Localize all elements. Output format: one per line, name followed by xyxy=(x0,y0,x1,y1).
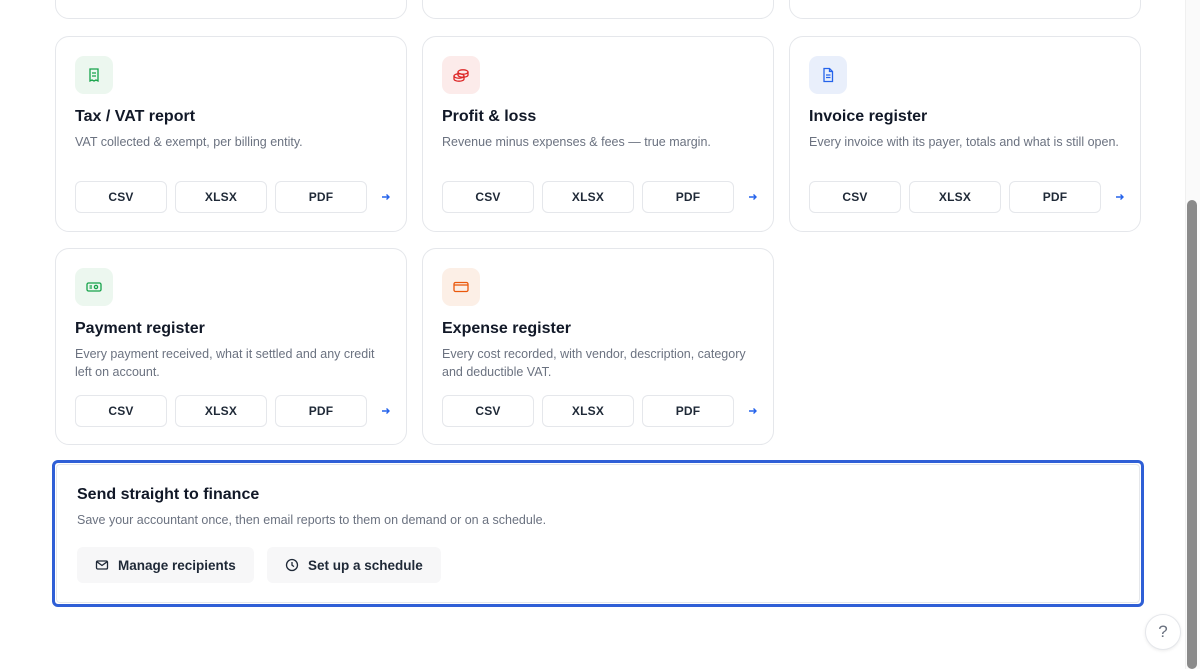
export-pdf-button[interactable]: PDF xyxy=(642,395,734,427)
export-csv-button[interactable]: CSV xyxy=(75,181,167,213)
file-text-icon xyxy=(809,56,847,94)
export-pdf-button[interactable]: PDF xyxy=(1009,181,1101,213)
format-row: CSV XLSX PDF xyxy=(75,181,393,213)
manage-recipients-button[interactable]: Manage recipients xyxy=(77,547,254,583)
export-csv-button[interactable]: CSV xyxy=(75,395,167,427)
export-csv-button[interactable]: CSV xyxy=(442,395,534,427)
panel-title: Send straight to finance xyxy=(77,486,260,503)
format-row: CSV XLSX PDF xyxy=(442,395,760,427)
clock-icon xyxy=(285,558,299,572)
set-up-schedule-label: Set up a schedule xyxy=(308,557,423,573)
export-xlsx-button[interactable]: XLSX xyxy=(542,181,634,213)
card-description: Every payment received, what it settled … xyxy=(75,347,375,379)
export-pdf-button[interactable]: PDF xyxy=(275,395,367,427)
export-pdf-button[interactable]: PDF xyxy=(275,181,367,213)
arrow-right-icon[interactable] xyxy=(379,404,393,418)
set-up-schedule-button[interactable]: Set up a schedule xyxy=(267,547,441,583)
export-xlsx-button[interactable]: XLSX xyxy=(909,181,1001,213)
card-description: VAT collected & exempt, per billing enti… xyxy=(75,135,303,149)
export-csv-button[interactable]: CSV xyxy=(442,181,534,213)
report-card-invoice-register: Invoice register Every invoice with its … xyxy=(789,36,1141,232)
card-partial xyxy=(789,0,1141,19)
banknote-icon xyxy=(75,268,113,306)
report-card-expense-register: Expense register Every cost recorded, wi… xyxy=(422,248,774,445)
report-card-tax-vat: Tax / VAT report VAT collected & exempt,… xyxy=(55,36,407,232)
report-card-payment-register: Payment register Every payment received,… xyxy=(55,248,407,445)
card-description: Every cost recorded, with vendor, descri… xyxy=(442,347,746,379)
card-partial xyxy=(55,0,407,19)
manage-recipients-label: Manage recipients xyxy=(118,557,236,573)
mail-icon xyxy=(95,560,109,570)
wallet-icon xyxy=(442,268,480,306)
format-row: CSV XLSX PDF xyxy=(809,181,1127,213)
card-title: Invoice register xyxy=(809,108,928,125)
arrow-right-icon[interactable] xyxy=(746,404,760,418)
export-pdf-button[interactable]: PDF xyxy=(642,181,734,213)
arrow-right-icon[interactable] xyxy=(746,190,760,204)
arrow-right-icon[interactable] xyxy=(1113,190,1127,204)
export-xlsx-button[interactable]: XLSX xyxy=(542,395,634,427)
coins-icon xyxy=(442,56,480,94)
card-partial xyxy=(422,0,774,19)
scrollbar-thumb[interactable] xyxy=(1187,200,1197,669)
card-description: Every invoice with its payer, totals and… xyxy=(809,135,1119,149)
card-title: Payment register xyxy=(75,320,205,337)
card-title: Tax / VAT report xyxy=(75,108,196,125)
help-button[interactable]: ? xyxy=(1145,614,1181,650)
format-row: CSV XLSX PDF xyxy=(442,181,760,213)
export-xlsx-button[interactable]: XLSX xyxy=(175,181,267,213)
receipt-icon xyxy=(75,56,113,94)
export-csv-button[interactable]: CSV xyxy=(809,181,901,213)
card-title: Profit & loss xyxy=(442,108,537,125)
format-row: CSV XLSX PDF xyxy=(75,395,393,427)
card-description: Revenue minus expenses & fees — true mar… xyxy=(442,135,711,149)
export-xlsx-button[interactable]: XLSX xyxy=(175,395,267,427)
panel-description: Save your accountant once, then email re… xyxy=(77,513,547,527)
help-icon: ? xyxy=(1158,622,1168,641)
report-card-profit-loss: Profit & loss Revenue minus expenses & f… xyxy=(422,36,774,232)
card-title: Expense register xyxy=(442,320,571,337)
send-to-finance-panel: Send straight to finance Save your accou… xyxy=(52,460,1144,607)
arrow-right-icon[interactable] xyxy=(379,190,393,204)
